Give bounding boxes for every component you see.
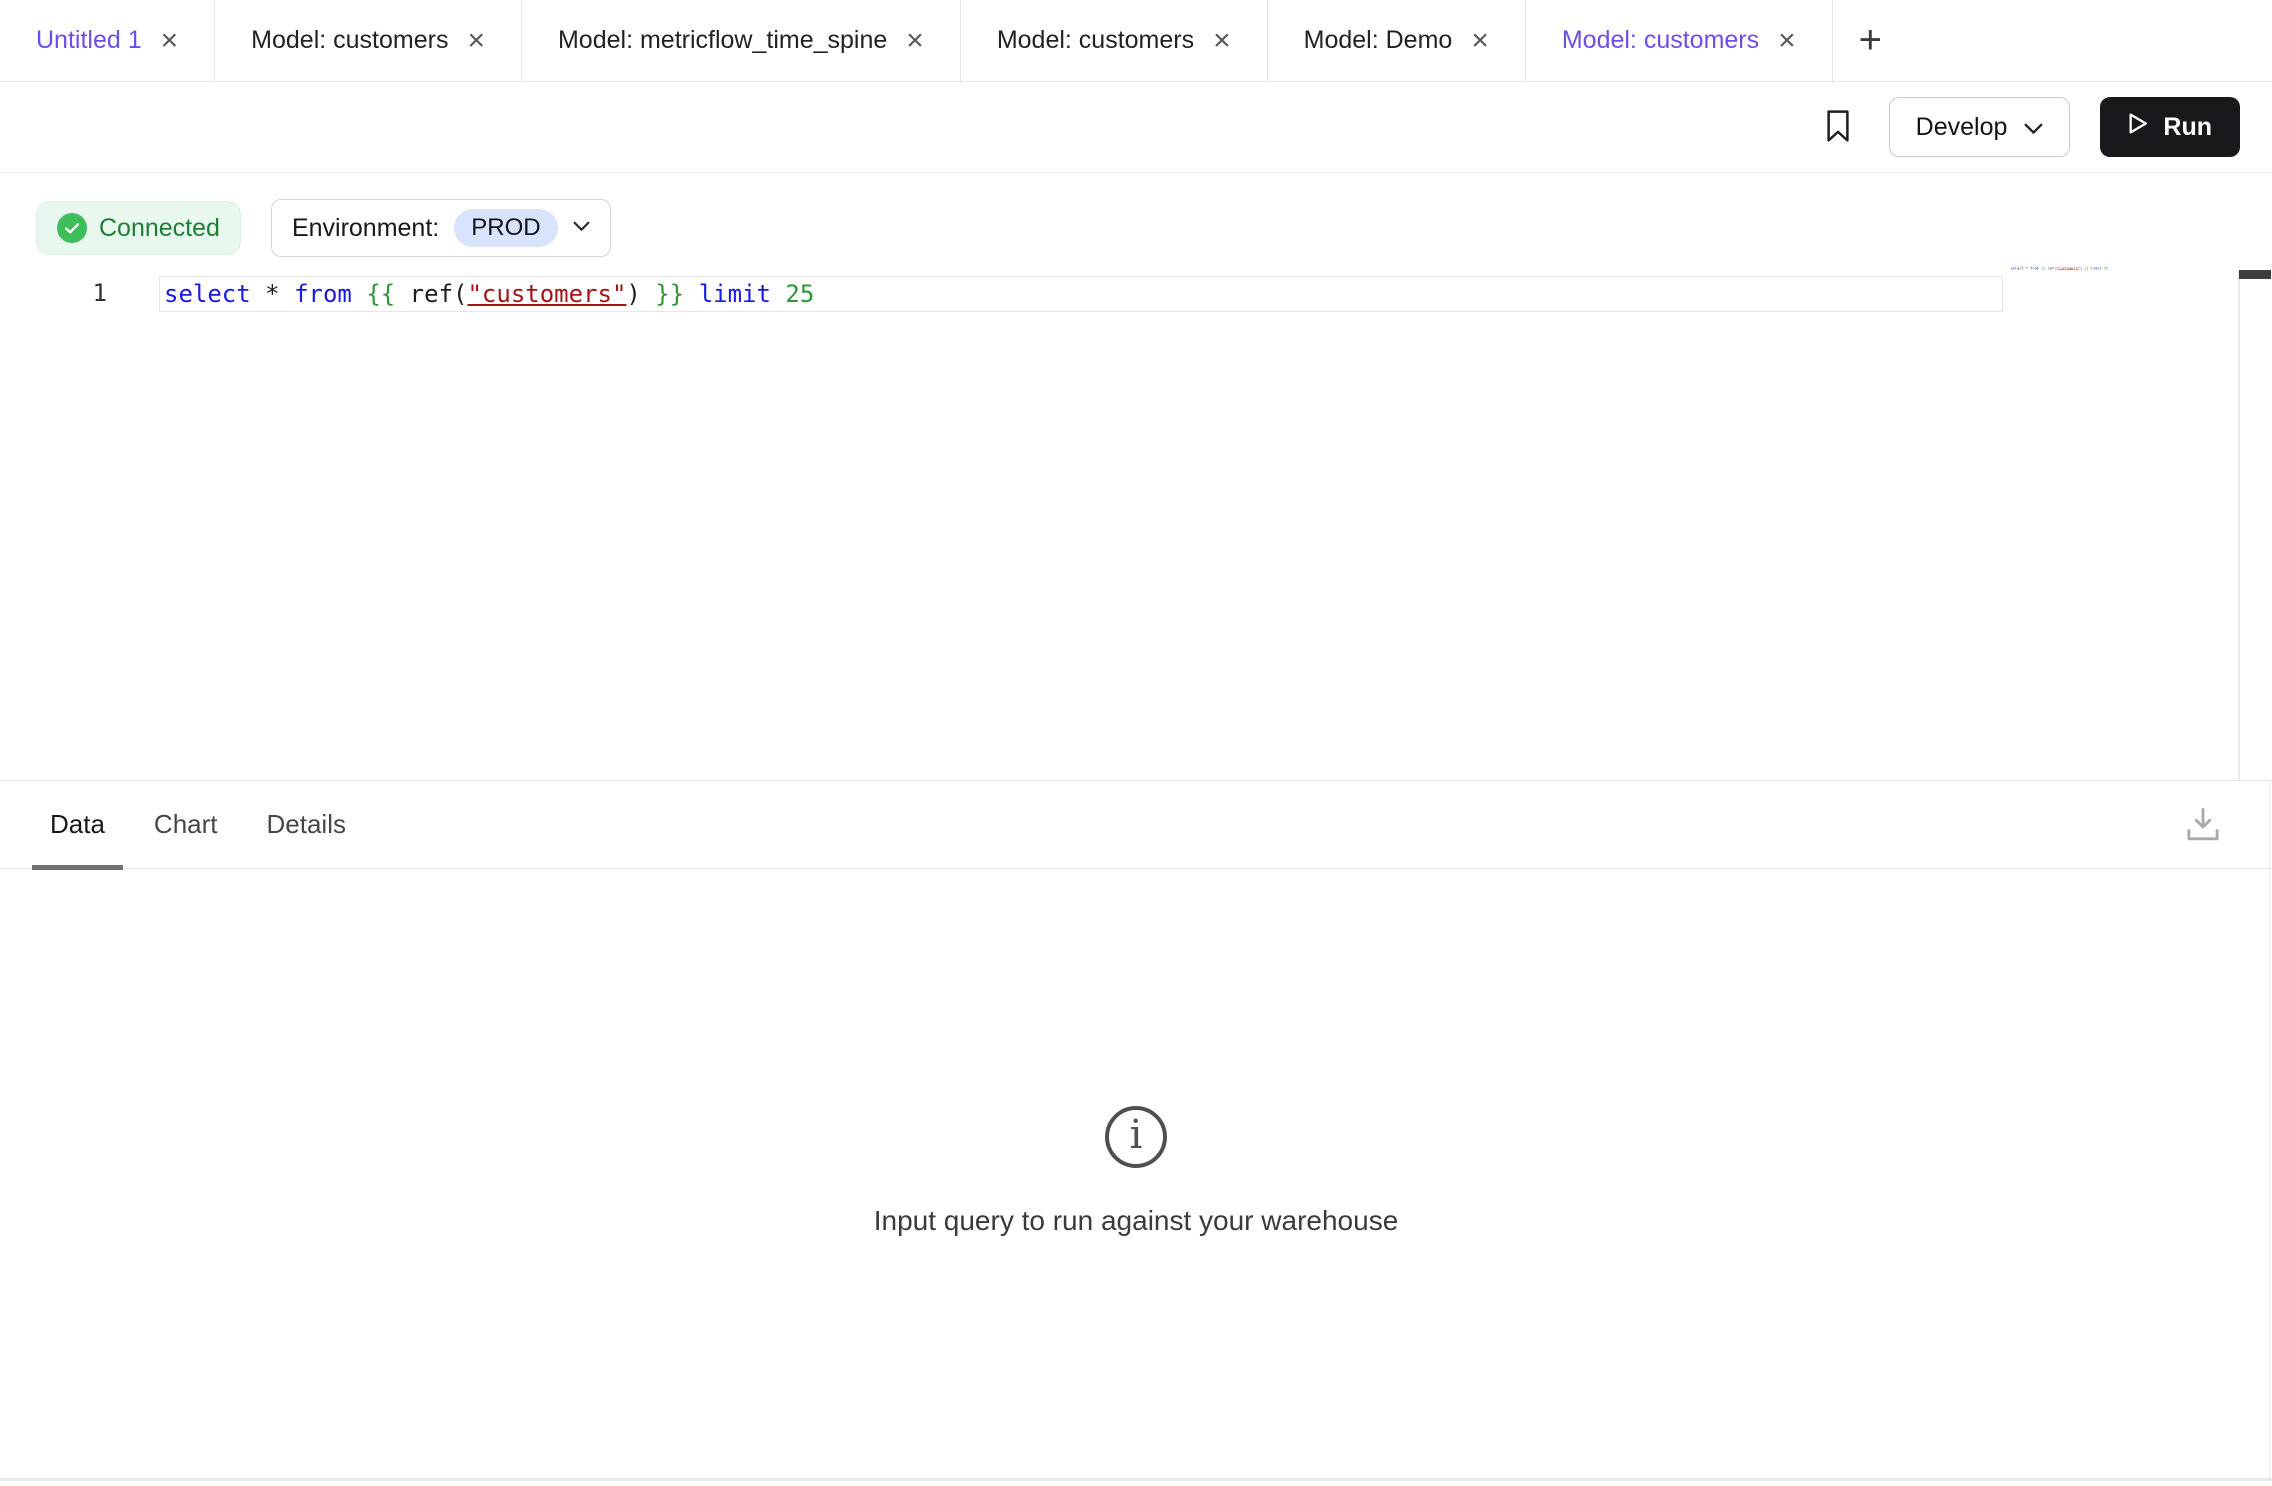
tab-data[interactable]: Data (32, 781, 123, 868)
close-icon[interactable]: × (1471, 26, 1489, 56)
empty-state-message: Input query to run against your warehous… (874, 1205, 1399, 1237)
play-icon (2128, 112, 2149, 142)
tab-label: Model: Demo (1304, 26, 1453, 55)
close-icon[interactable]: × (1778, 26, 1796, 56)
chevron-down-icon (2024, 113, 2043, 142)
close-icon[interactable]: × (1213, 26, 1231, 56)
tab-chart[interactable]: Chart (136, 781, 236, 868)
tab-label: Model: customers (997, 26, 1194, 55)
tab-label: Model: customers (1562, 26, 1759, 55)
environment-selector[interactable]: Environment: PROD (271, 199, 611, 257)
line-number: 1 (0, 278, 107, 309)
tab-label: Data (50, 809, 105, 840)
environment-value-badge: PROD (454, 209, 557, 247)
close-icon[interactable]: × (906, 26, 924, 56)
tab-label: Model: metricflow_time_spine (558, 26, 887, 55)
results-tab-bar: Data Chart Details (0, 781, 2272, 869)
add-tab-button[interactable]: + (1833, 0, 1908, 81)
bottom-divider (0, 1478, 2272, 1481)
editor-tab-bar: Untitled 1 × Model: customers × Model: m… (0, 0, 2272, 82)
toolbar: Develop Run (0, 82, 2272, 173)
editor-minimap[interactable]: select * from {{ ref("customers") }} lim… (2010, 266, 2240, 306)
run-label: Run (2163, 113, 2212, 142)
check-circle-icon (57, 213, 87, 243)
bookmark-icon (1823, 108, 1853, 147)
tab-model-customers-2[interactable]: Model: customers × (961, 0, 1268, 81)
code-line: select * from {{ ref("customers") }} lim… (160, 279, 814, 310)
editor-scrollbar-thumb[interactable] (2239, 270, 2271, 279)
tab-untitled-1[interactable]: Untitled 1 × (0, 0, 215, 81)
connection-status-badge: Connected (36, 201, 241, 255)
code-editor-current-line[interactable]: select * from {{ ref("customers") }} lim… (159, 276, 2003, 312)
download-results-button[interactable] (2184, 803, 2222, 846)
chevron-down-icon (573, 219, 590, 237)
sql-ide-window: Untitled 1 × Model: customers × Model: m… (0, 0, 2272, 1486)
environment-label: Environment: (292, 214, 439, 243)
tab-model-metricflow-time-spine[interactable]: Model: metricflow_time_spine × (522, 0, 961, 81)
status-row: Connected Environment: PROD (36, 199, 611, 257)
tab-details[interactable]: Details (249, 781, 364, 868)
panel-right-divider (2269, 781, 2271, 1479)
bookmark-button[interactable] (1817, 106, 1859, 148)
close-icon[interactable]: × (467, 26, 485, 56)
tab-model-customers-1[interactable]: Model: customers × (215, 0, 522, 81)
tab-model-customers-3[interactable]: Model: customers × (1526, 0, 1833, 81)
editor-section: Connected Environment: PROD 1 select * f… (0, 173, 2272, 780)
empty-state: i Input query to run against your wareho… (0, 1106, 2272, 1237)
tab-label: Untitled 1 (36, 26, 142, 55)
connection-status-label: Connected (99, 214, 220, 243)
close-icon[interactable]: × (161, 26, 179, 56)
minimap-code: select * from {{ ref("customers") }} lim… (2010, 266, 2108, 270)
tab-label: Details (267, 809, 346, 840)
develop-dropdown-button[interactable]: Develop (1889, 97, 2071, 157)
develop-label: Develop (1916, 113, 2008, 142)
scrollbar-track-divider (2238, 271, 2240, 780)
results-panel: Data Chart Details (0, 780, 2272, 1486)
info-icon: i (1105, 1106, 1167, 1168)
active-tab-underline (32, 865, 123, 870)
download-icon (2184, 831, 2222, 846)
tab-model-demo[interactable]: Model: Demo × (1268, 0, 1526, 81)
run-button[interactable]: Run (2100, 97, 2240, 157)
tab-label: Model: customers (251, 26, 448, 55)
tab-label: Chart (154, 809, 218, 840)
